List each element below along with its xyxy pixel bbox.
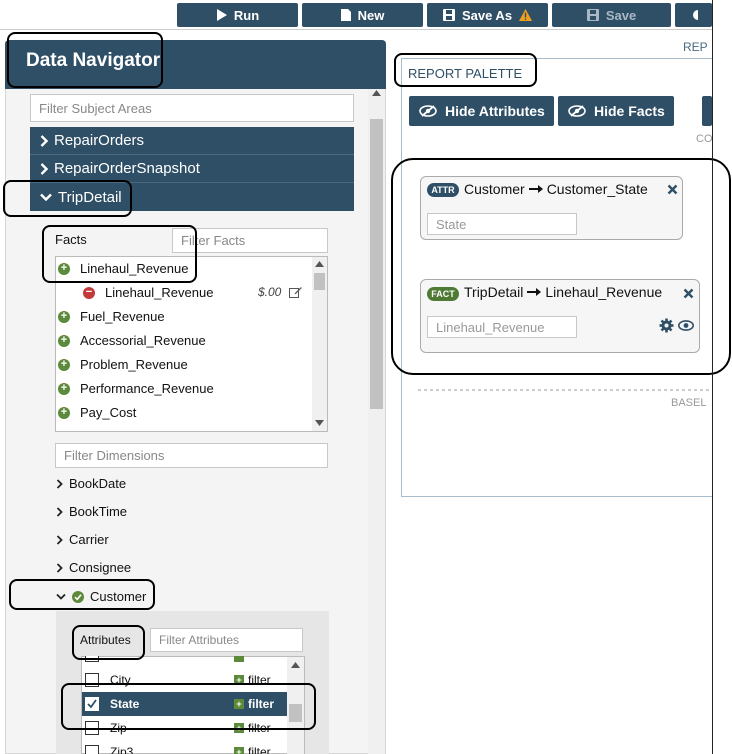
add-icon[interactable]: + (58, 334, 70, 347)
dimension-bookdate[interactable]: BookDate (56, 476, 126, 491)
baseline-label: BASEL (671, 397, 707, 409)
palette-overflow-button[interactable] (702, 96, 712, 126)
fact-item[interactable]: + Problem_Revenue (58, 357, 188, 372)
save-icon (442, 9, 455, 21)
play-icon (216, 9, 227, 21)
callout-state (61, 683, 316, 730)
add-filter-button[interactable]: + filter (234, 745, 271, 754)
navigator-scrollbar-thumb[interactable] (370, 119, 383, 409)
new-button[interactable]: New (302, 3, 423, 27)
chevron-right-icon (40, 134, 48, 147)
filter-attributes-input[interactable]: Filter Attributes (150, 628, 303, 652)
callout-palette-cards (391, 158, 731, 375)
attribute-checkbox[interactable] (85, 745, 99, 754)
add-icon[interactable]: + (58, 406, 70, 419)
facts-scroll-down-icon[interactable] (315, 420, 324, 426)
callout-data-navigator (7, 32, 163, 88)
hide-facts-button[interactable]: Hide Facts (558, 96, 674, 126)
filter-subject-areas-input[interactable]: Filter Subject Areas (30, 94, 354, 122)
dimension-booktime[interactable]: BookTime (56, 504, 127, 519)
chevron-right-icon (40, 162, 48, 175)
baseline-divider (418, 389, 712, 391)
subject-area-repairorders[interactable]: RepairOrders (30, 127, 354, 155)
save-icon (586, 9, 599, 21)
add-icon[interactable]: + (58, 358, 70, 371)
toolbar-overflow-button[interactable] (675, 3, 712, 27)
add-icon[interactable]: + (58, 310, 70, 323)
dimension-consignee[interactable]: Consignee (56, 560, 131, 575)
callout-customer (9, 579, 155, 610)
chevron-right-icon (56, 562, 63, 573)
save-button[interactable]: Save (552, 3, 671, 27)
callout-report-palette (394, 53, 537, 87)
plus-square-icon: + (234, 747, 244, 754)
facts-scroll-up-icon[interactable] (315, 261, 324, 267)
attributes-scroll-up-icon[interactable] (291, 662, 300, 668)
dimension-carrier[interactable]: Carrier (56, 532, 109, 547)
window-edge (712, 0, 713, 754)
subject-area-repairordersnapshot[interactable]: RepairOrderSnapshot (30, 155, 354, 183)
callout-facts (42, 225, 197, 283)
facts-scrollbar-thumb[interactable] (314, 273, 325, 290)
scroll-up-arrow-icon[interactable] (371, 89, 382, 97)
run-button[interactable]: Run (177, 3, 298, 27)
add-icon[interactable]: + (58, 382, 70, 395)
filter-dimensions-input[interactable]: Filter Dimensions (55, 443, 328, 468)
remove-icon[interactable]: − (83, 286, 95, 299)
callout-tripdetail (3, 180, 132, 217)
attribute-row-zip3[interactable]: Zip3 + filter (82, 740, 287, 754)
tool-icon (692, 10, 698, 20)
document-icon (340, 9, 351, 21)
warning-icon (519, 9, 533, 21)
fact-value: $.00 (258, 285, 282, 299)
fact-item[interactable]: + Performance_Revenue (58, 381, 214, 396)
eye-slash-icon (419, 105, 437, 117)
fact-item[interactable]: + Pay_Cost (58, 405, 136, 420)
fact-item[interactable]: + Accessorial_Revenue (58, 333, 206, 348)
chevron-right-icon (56, 478, 63, 489)
report-tab-label[interactable]: REP (683, 40, 708, 54)
fact-item[interactable]: + Fuel_Revenue (58, 309, 165, 324)
chevron-right-icon (56, 506, 63, 517)
callout-attributes (72, 625, 145, 660)
chevron-right-icon (56, 534, 63, 545)
fact-sub-item[interactable]: − Linehaul_Revenue (83, 285, 213, 300)
eye-slash-icon (568, 105, 586, 117)
palette-co-label: CO (696, 133, 713, 145)
save-as-button[interactable]: Save As (427, 3, 548, 27)
edit-icon[interactable] (289, 286, 302, 298)
hide-attributes-button[interactable]: Hide Attributes (409, 96, 554, 126)
